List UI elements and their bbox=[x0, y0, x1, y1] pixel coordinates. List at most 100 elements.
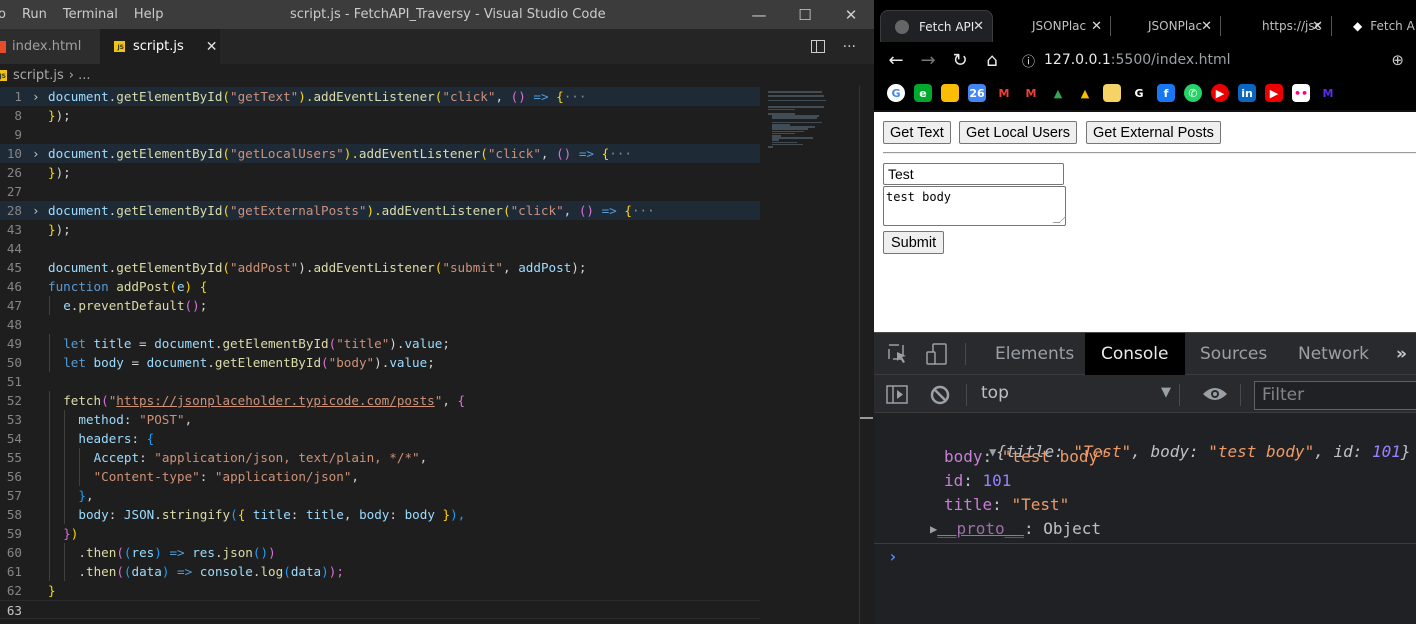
minimap[interactable] bbox=[765, 86, 860, 624]
get-text-button[interactable]: Get Text bbox=[883, 121, 951, 144]
code-line[interactable]: 26}); bbox=[0, 163, 760, 182]
clear-console-icon[interactable] bbox=[930, 385, 950, 405]
code-line[interactable]: 51 bbox=[0, 372, 760, 391]
tab-console[interactable]: Console bbox=[1085, 333, 1185, 375]
get-external-posts-button[interactable]: Get External Posts bbox=[1086, 121, 1221, 144]
code-line[interactable]: 63 bbox=[0, 600, 760, 619]
menu-terminal[interactable]: Terminal bbox=[55, 7, 126, 22]
folded-ellipsis-icon[interactable]: ··· bbox=[609, 146, 632, 161]
code-line[interactable]: 9 bbox=[0, 125, 760, 144]
tab-index-html[interactable]: index.html bbox=[0, 29, 100, 64]
code-line[interactable]: 53 method: "POST", bbox=[0, 410, 760, 429]
code-line[interactable]: 44 bbox=[0, 239, 760, 258]
close-tab-icon[interactable]: ✕ bbox=[1201, 19, 1212, 34]
home-icon[interactable]: ⌂ bbox=[976, 50, 1008, 71]
bookmark-calendar-icon[interactable]: 26 bbox=[968, 84, 986, 102]
code-line[interactable]: 57}, bbox=[0, 486, 760, 505]
resize-grip-icon[interactable] bbox=[1052, 216, 1067, 223]
submit-button[interactable]: Submit bbox=[883, 231, 945, 254]
bookmark-whatsapp-icon[interactable]: ✆ bbox=[1184, 84, 1202, 102]
code-line[interactable]: 60 .then((res) => res.json()) bbox=[0, 543, 760, 562]
bookmark-gmail-2-icon[interactable]: M bbox=[1022, 84, 1040, 102]
bookmark-youtube-music-icon[interactable]: ▶ bbox=[1211, 84, 1229, 102]
bookmark-flickr-icon[interactable]: •• bbox=[1292, 84, 1310, 102]
code-line[interactable]: 59}) bbox=[0, 524, 760, 543]
more-tabs-icon[interactable]: » bbox=[1396, 333, 1407, 375]
device-toolbar-icon[interactable] bbox=[926, 343, 948, 365]
code-line[interactable]: 1 › document.getElementById("getText").add… bbox=[0, 87, 760, 106]
body-textarea[interactable]: test body bbox=[883, 186, 1067, 226]
site-info-icon[interactable]: ⓘ bbox=[1022, 51, 1044, 70]
code-line[interactable]: 61 .then((data) => console.log(data)); bbox=[0, 562, 760, 581]
code-line[interactable]: 28 › document.getElementById("getExternalP… bbox=[0, 201, 760, 220]
bookmark-facebook-icon[interactable]: f bbox=[1157, 84, 1175, 102]
title-input[interactable]: Test bbox=[883, 163, 1064, 185]
bookmark-gmail-icon[interactable]: M bbox=[995, 84, 1013, 102]
tab-network[interactable]: Network bbox=[1298, 333, 1369, 375]
folded-ellipsis-icon[interactable]: ··· bbox=[632, 203, 655, 218]
breadcrumb-rest[interactable]: › ... bbox=[69, 68, 91, 83]
get-local-users-button[interactable]: Get Local Users bbox=[959, 121, 1077, 144]
menu-help[interactable]: Help bbox=[126, 7, 172, 22]
back-icon[interactable]: ← bbox=[880, 50, 912, 71]
maximize-button[interactable]: ☐ bbox=[782, 0, 828, 29]
code-line[interactable]: 48 bbox=[0, 315, 760, 334]
code-line[interactable]: 27 bbox=[0, 182, 760, 201]
split-editor-icon[interactable] bbox=[810, 40, 825, 53]
bookmark-keep-icon[interactable] bbox=[941, 84, 959, 102]
collapsed-triangle-icon[interactable]: ▶ bbox=[930, 522, 937, 536]
folded-ellipsis-icon[interactable]: ··· bbox=[564, 89, 587, 104]
inspect-element-icon[interactable] bbox=[888, 344, 908, 364]
code-line[interactable]: 49 let title = document.getElementById("t… bbox=[0, 334, 760, 353]
bookmark-youtube-icon[interactable]: ▶ bbox=[1265, 84, 1283, 102]
code-line[interactable]: 50 let body = document.getElementById("bo… bbox=[0, 353, 760, 372]
menu-run[interactable]: Run bbox=[14, 7, 55, 22]
code-line[interactable]: 43}); bbox=[0, 220, 760, 239]
code-line[interactable]: 10 › document.getElementById("getLocalUser… bbox=[0, 144, 760, 163]
close-tab-icon[interactable]: ✕ bbox=[973, 19, 984, 34]
reload-icon[interactable]: ↻ bbox=[944, 50, 976, 71]
code-line[interactable]: 8}); bbox=[0, 106, 760, 125]
code-editor[interactable]: 1 › document.getElementById("getText").add… bbox=[0, 86, 760, 624]
browser-tab-https-json[interactable]: https://jsc ✕ bbox=[1220, 10, 1332, 42]
bookmark-m-app-icon[interactable]: M bbox=[1319, 84, 1337, 102]
console-prompt[interactable]: › bbox=[888, 547, 898, 566]
eye-icon[interactable] bbox=[1202, 386, 1228, 402]
close-tab-icon[interactable]: ✕ bbox=[1091, 19, 1102, 34]
fold-chevron-icon[interactable]: › bbox=[32, 87, 40, 106]
bookmark-docs-icon[interactable] bbox=[1103, 84, 1121, 102]
tab-sources[interactable]: Sources bbox=[1200, 333, 1267, 375]
fold-chevron-icon[interactable]: › bbox=[32, 201, 40, 220]
forward-icon[interactable]: → bbox=[912, 50, 944, 71]
code-line[interactable]: 62} bbox=[0, 581, 760, 600]
filter-input[interactable]: Filter bbox=[1254, 381, 1416, 410]
bookmark-linkedin-icon[interactable]: in bbox=[1238, 84, 1256, 102]
bookmark-drive-icon[interactable]: ▲ bbox=[1049, 84, 1067, 102]
close-window-button[interactable]: ✕ bbox=[828, 0, 874, 29]
property-proto[interactable]: ▶__proto__: Object bbox=[930, 519, 1101, 538]
code-line[interactable]: 54 headers: { bbox=[0, 429, 760, 448]
more-actions-icon[interactable]: ··· bbox=[843, 39, 856, 55]
sidebar-toggle-icon[interactable] bbox=[886, 385, 908, 405]
tab-elements[interactable]: Elements bbox=[995, 333, 1074, 375]
code-line[interactable]: 55 Accept: "application/json, text/plain,… bbox=[0, 448, 760, 467]
bookmark-evernote-icon[interactable]: e bbox=[914, 84, 932, 102]
browser-tab-jsonplaceholder-1[interactable]: JSONPlac ✕ bbox=[1004, 10, 1111, 42]
editor-scrollbar[interactable] bbox=[859, 86, 874, 624]
close-tab-icon[interactable]: ✕ bbox=[1312, 19, 1323, 34]
dropdown-arrow-icon[interactable]: ▼ bbox=[1161, 385, 1171, 400]
code-line[interactable]: 58 body: JSON.stringify({ title: title, b… bbox=[0, 505, 760, 524]
browser-tab-jsonplaceholder-2[interactable]: JSONPlac ✕ bbox=[1110, 10, 1221, 42]
minimize-button[interactable]: — bbox=[736, 0, 782, 29]
code-line[interactable]: 56 "Content-type": "application/json", bbox=[0, 467, 760, 486]
address-bar[interactable]: 127.0.0.1:5500/index.html bbox=[1044, 52, 1231, 68]
bookmark-drive-2-icon[interactable]: ▲ bbox=[1076, 84, 1094, 102]
browser-tab-fetch-api[interactable]: Fetch API ✕ bbox=[880, 10, 993, 42]
code-line[interactable]: 52 fetch("https://jsonplaceholder.typicod… bbox=[0, 391, 760, 410]
code-line[interactable]: 47 e.preventDefault(); bbox=[0, 296, 760, 315]
browser-tab-fetch-api-2[interactable]: ◆ Fetch A bbox=[1331, 10, 1416, 42]
context-selector[interactable]: top bbox=[981, 383, 1009, 403]
bookmark-g-text-icon[interactable]: G bbox=[1130, 84, 1148, 102]
close-tab-icon[interactable]: ✕ bbox=[206, 39, 218, 55]
menu-go[interactable]: o bbox=[0, 7, 14, 22]
